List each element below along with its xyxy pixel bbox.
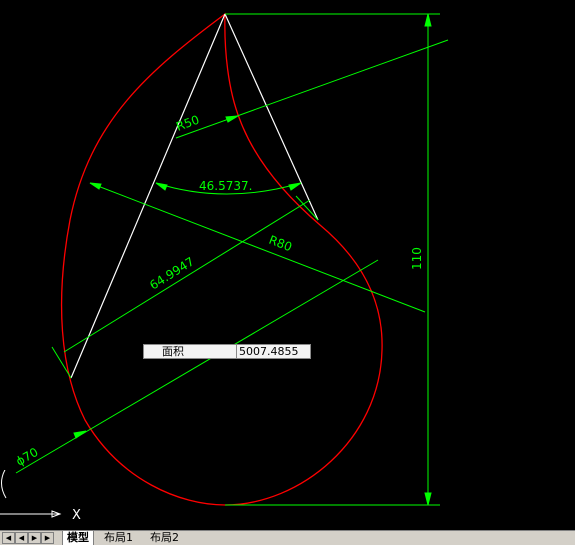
tab-model[interactable]: 模型 — [62, 531, 94, 545]
height-arrow-top — [424, 13, 432, 27]
r50-arrow — [225, 115, 239, 123]
construction-line-left — [70, 13, 226, 379]
height-label: 110 — [410, 247, 424, 270]
r80-label: R80 — [267, 233, 294, 255]
drawing-canvas[interactable]: R50 46.5737. R80 64.9947 110 ϕ70 面积 5007… — [0, 0, 575, 530]
r80-leader — [89, 182, 426, 313]
ucs-icon: X — [0, 470, 81, 523]
angle-arrow-left — [155, 182, 168, 191]
tab-layout1[interactable]: 布局1 — [100, 531, 137, 545]
area-label: 面积 — [162, 345, 184, 358]
profile-outline — [60, 12, 383, 506]
angle-arrow-right — [288, 182, 302, 191]
aligned-ext-right — [295, 195, 319, 221]
aligned-length-label: 64.9947 — [147, 254, 197, 292]
ucs-x-label: X — [72, 508, 81, 523]
height-arrow-bottom — [424, 492, 432, 506]
r50-leader — [175, 39, 449, 139]
r80-arrow — [89, 182, 102, 190]
next-tab-icon[interactable]: ▶ — [28, 532, 41, 544]
last-tab-icon[interactable]: ▶ — [41, 532, 54, 544]
layout-tab-bar: ◀ ◀ ▶ ▶ 模型 布局1 布局2 — [0, 530, 575, 545]
angle-label: 46.5737. — [199, 179, 252, 193]
tab-layout2[interactable]: 布局2 — [146, 531, 183, 545]
area-value: 5007.4855 — [239, 345, 299, 358]
aligned-ext-left — [51, 346, 72, 379]
aligned-dim-line — [63, 199, 311, 353]
diameter-arrow — [73, 430, 87, 439]
area-separator — [236, 345, 237, 358]
cad-drawing: R50 46.5737. R80 64.9947 110 ϕ70 — [14, 12, 449, 506]
diameter-label: ϕ70 — [14, 445, 41, 469]
area-readout: 面积 5007.4855 — [143, 344, 311, 359]
first-tab-icon[interactable]: ◀ — [2, 532, 15, 544]
prev-tab-icon[interactable]: ◀ — [15, 532, 28, 544]
diameter-leader — [15, 259, 379, 474]
